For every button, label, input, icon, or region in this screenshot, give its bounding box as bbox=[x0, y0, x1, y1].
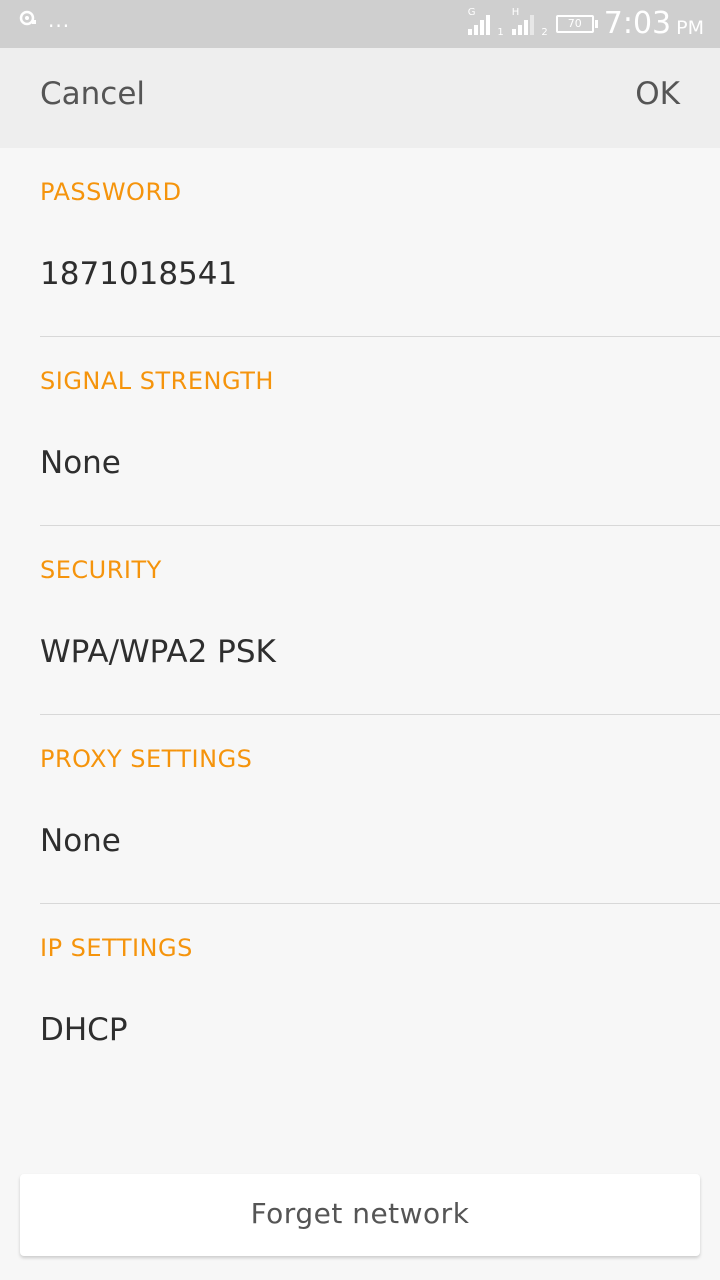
forget-network-button[interactable]: Forget network bbox=[20, 1174, 700, 1256]
password-value: 1871018541 bbox=[40, 256, 238, 292]
status-ampm: PM bbox=[676, 17, 704, 39]
proxy-settings-label: PROXY SETTINGS bbox=[40, 745, 253, 773]
sim1-number: 1 bbox=[497, 27, 504, 38]
signal-strength-section: SIGNAL STRENGTH None bbox=[40, 337, 720, 526]
battery-icon: 70 bbox=[555, 15, 598, 33]
security-value: WPA/WPA2 PSK bbox=[40, 634, 276, 670]
password-label: PASSWORD bbox=[40, 178, 182, 206]
signal-strength-label: SIGNAL STRENGTH bbox=[40, 367, 274, 395]
ip-settings-label: IP SETTINGS bbox=[40, 934, 193, 962]
sim1-signal-icon: G 1 bbox=[467, 8, 504, 39]
proxy-settings-value[interactable]: None bbox=[40, 823, 121, 859]
ok-button[interactable]: OK bbox=[635, 76, 680, 112]
more-notifications-icon: ... bbox=[48, 8, 71, 32]
dialog-header: Cancel OK bbox=[0, 48, 720, 148]
status-time: 7:03 bbox=[603, 6, 672, 41]
ip-settings-section[interactable]: IP SETTINGS DHCP bbox=[40, 904, 720, 1092]
status-right: G 1 H 2 70 7:03 PM bbox=[467, 6, 704, 42]
password-section: PASSWORD 1871018541 bbox=[40, 148, 720, 337]
cancel-button[interactable]: Cancel bbox=[40, 76, 145, 112]
signal-strength-value: None bbox=[40, 445, 121, 481]
ip-settings-value[interactable]: DHCP bbox=[40, 1012, 128, 1048]
proxy-settings-section[interactable]: PROXY SETTINGS None bbox=[40, 715, 720, 904]
status-left: ... bbox=[18, 10, 70, 30]
network-details: PASSWORD 1871018541 SIGNAL STRENGTH None… bbox=[0, 148, 720, 1092]
sim2-number: 2 bbox=[541, 27, 548, 38]
security-section: SECURITY WPA/WPA2 PSK bbox=[40, 526, 720, 715]
security-label: SECURITY bbox=[40, 556, 162, 584]
status-bar: ... G 1 H 2 70 7:03 PM bbox=[0, 0, 720, 48]
sim2-signal-icon: H 2 bbox=[511, 8, 548, 39]
notification-icon bbox=[18, 10, 38, 30]
